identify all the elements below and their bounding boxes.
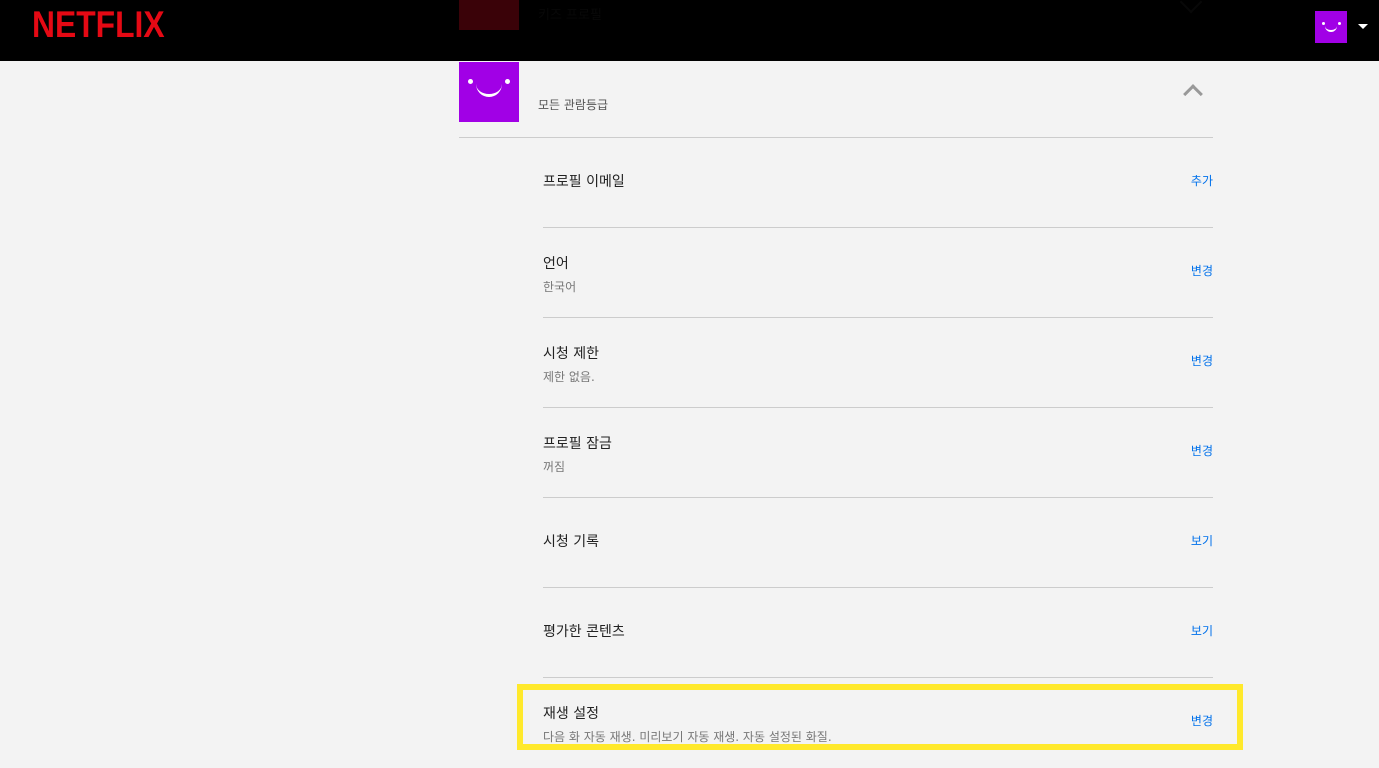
view-activity-link[interactable]: 보기	[1191, 532, 1213, 549]
setting-row-language: 언어 한국어 변경	[543, 228, 1213, 318]
setting-title: 평가한 콘텐츠	[543, 624, 625, 640]
top-navigation-bar: NETFLIX 키즈 프로필	[0, 0, 1379, 61]
setting-value: 다음 화 자동 재생. 미리보기 자동 재생. 자동 설정된 화질.	[543, 730, 832, 744]
setting-title: 재생 설정	[543, 706, 599, 722]
setting-title: 언어	[543, 256, 569, 272]
setting-title: 시청 제한	[543, 346, 599, 362]
chevron-up-icon[interactable]	[1183, 84, 1203, 104]
change-restrictions-link[interactable]: 변경	[1191, 352, 1213, 369]
setting-row-ratings: 평가한 콘텐츠 보기	[543, 588, 1213, 678]
avatar-smile	[1325, 24, 1337, 32]
change-playback-link[interactable]: 변경	[1191, 712, 1213, 729]
netflix-logo[interactable]: NETFLIX	[32, 3, 165, 47]
profile-maturity-rating: 모든 관람등급	[538, 98, 609, 112]
caret-down-icon[interactable]	[1358, 24, 1368, 29]
setting-row-playback-settings: 재생 설정 다음 화 자동 재생. 미리보기 자동 재생. 자동 설정된 화질.…	[543, 678, 1213, 768]
setting-row-profile-lock: 프로필 잠금 꺼짐 변경	[543, 408, 1213, 498]
avatar-smile	[476, 84, 502, 97]
setting-title: 시청 기록	[543, 534, 599, 550]
previous-profile-name: 키즈 프로필	[538, 8, 602, 23]
avatar-eye-right	[1338, 22, 1341, 25]
setting-value: 꺼짐	[543, 460, 566, 474]
setting-row-profile-email: 프로필 이메일 추가	[543, 138, 1213, 228]
setting-row-viewing-restrictions: 시청 제한 제한 없음. 변경	[543, 318, 1213, 408]
account-avatar[interactable]	[1315, 11, 1347, 43]
profile-avatar	[459, 62, 519, 122]
chevron-down-icon[interactable]	[1179, 0, 1203, 14]
change-language-link[interactable]: 변경	[1191, 262, 1213, 279]
change-profile-lock-link[interactable]: 변경	[1191, 442, 1213, 459]
add-email-link[interactable]: 추가	[1191, 172, 1213, 189]
previous-profile-avatar[interactable]	[459, 0, 519, 30]
setting-row-viewing-activity: 시청 기록 보기	[543, 498, 1213, 588]
setting-value: 한국어	[543, 280, 577, 294]
view-ratings-link[interactable]: 보기	[1191, 622, 1213, 639]
avatar-eye-right	[505, 79, 510, 84]
avatar-eye-left	[468, 79, 473, 84]
setting-title: 프로필 이메일	[543, 174, 625, 190]
setting-value: 제한 없음.	[543, 370, 595, 384]
setting-title: 프로필 잠금	[543, 436, 612, 452]
